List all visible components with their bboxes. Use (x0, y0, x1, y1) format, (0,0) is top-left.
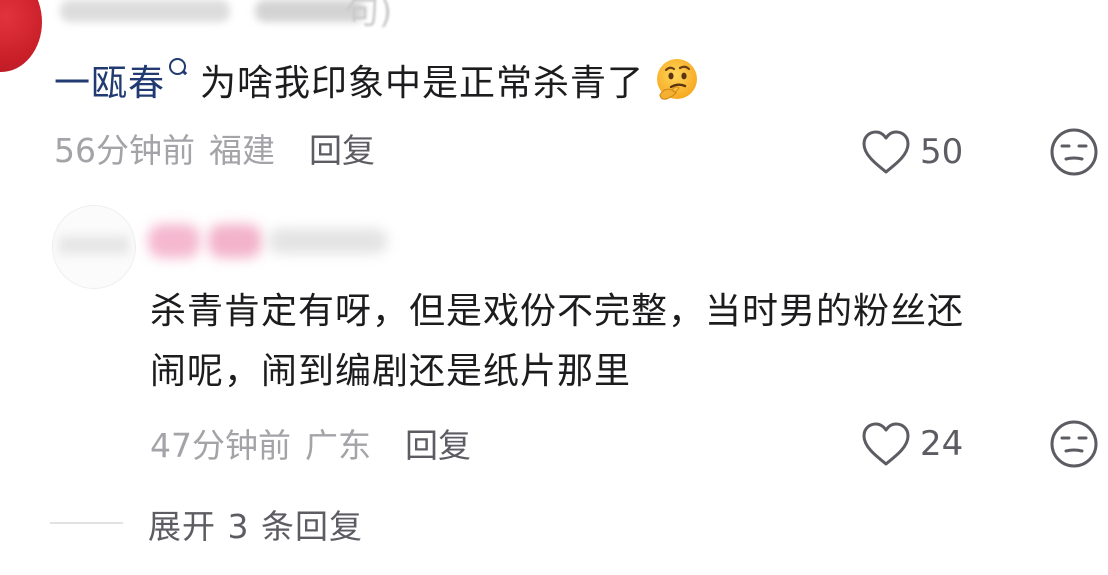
reply-1-username-blurred[interactable] (148, 224, 200, 258)
reply-1-username-blurred-2 (208, 224, 262, 258)
reply-1-time: 47分钟前 (150, 426, 291, 465)
expand-replies-button[interactable]: 展开 3 条回复 (148, 500, 363, 548)
reply-1-like-button[interactable]: 24 (860, 419, 963, 469)
comment-thread: 句) 一瓯春 为啥我印象中是正常杀青了 56分钟前 福建 回复 50 杀青肯定有… (0, 0, 1108, 575)
thinking-face-emoji (654, 57, 700, 103)
heart-outline-icon (862, 422, 910, 466)
blurred-avatar-content (59, 236, 129, 254)
comment-1-dislike-button[interactable] (1049, 127, 1099, 177)
reply-1-meta: 47分钟前 广东 回复 (150, 420, 471, 466)
previous-comment-tail: 句) (345, 0, 393, 32)
comment-1-time: 56分钟前 (54, 131, 195, 170)
comment-1-username[interactable]: 一瓯春 (54, 54, 165, 106)
heart-outline-icon (862, 130, 910, 174)
expand-divider (50, 522, 123, 524)
reply-1-reply-button[interactable]: 回复 (405, 419, 471, 467)
reply-1-like-count: 24 (920, 424, 964, 464)
blurred-previous-text (60, 0, 230, 22)
dislike-face-icon (1050, 128, 1098, 176)
comment-1-like-button[interactable]: 50 (860, 127, 963, 177)
reply-1-text-line-1: 杀青肯定有呀，但是戏份不完整，当时男的粉丝还 (150, 291, 965, 332)
author-search-badge-icon (169, 57, 187, 75)
previous-commenter-avatar[interactable] (0, 0, 42, 72)
comment-1-line: 一瓯春 为啥我印象中是正常杀青了 (54, 52, 700, 108)
reply-1-avatar[interactable] (52, 205, 136, 289)
comment-1-text: 为啥我印象中是正常杀青了 (200, 63, 645, 104)
comment-1-reply-button[interactable]: 回复 (309, 124, 375, 172)
reply-1-text: 杀青肯定有呀，但是戏份不完整，当时男的粉丝还 闹呢，闹到编剧还是纸片那里 (150, 282, 1080, 402)
reply-1-location: 广东 (305, 426, 371, 465)
reply-1-username-blurred-3 (268, 228, 388, 254)
comment-1-like-count: 50 (920, 132, 964, 172)
dislike-face-icon (1050, 420, 1098, 468)
reply-1-dislike-button[interactable] (1049, 419, 1099, 469)
reply-1-text-line-2: 闹呢，闹到编剧还是纸片那里 (150, 351, 632, 392)
comment-1-location: 福建 (209, 131, 275, 170)
comment-1-meta: 56分钟前 福建 回复 (54, 125, 375, 171)
